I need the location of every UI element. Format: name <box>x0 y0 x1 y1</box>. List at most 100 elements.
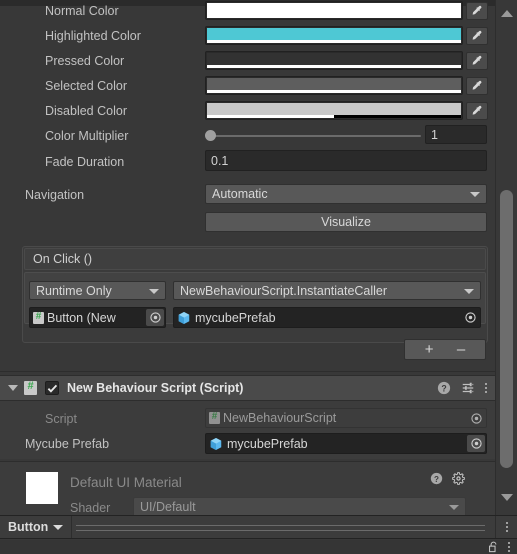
status-bar <box>0 540 517 554</box>
object-picker-button[interactable] <box>467 435 485 452</box>
visualize-button-label: Visualize <box>321 215 371 229</box>
target-select-icon <box>149 312 161 323</box>
svg-text:?: ? <box>441 384 446 394</box>
check-icon <box>47 384 57 393</box>
chevron-down-icon <box>470 192 480 197</box>
help-icon[interactable]: ? <box>430 472 443 485</box>
scroll-down-arrow-icon[interactable] <box>500 494 513 501</box>
inspector-scrollbar[interactable] <box>495 0 517 515</box>
shader-value: UI/Default <box>140 500 196 514</box>
label-color-multiplier: Color Multiplier <box>45 129 129 143</box>
color-field-pressed[interactable] <box>205 51 463 70</box>
color-field-highlighted[interactable] <box>205 26 463 45</box>
on-click-function-value: NewBehaviourScript.InstantiateCaller <box>180 283 388 298</box>
component-header-new-behaviour-script[interactable]: New Behaviour Script (Script) ? <box>0 375 495 401</box>
mycube-prefab-object-field[interactable]: mycubePrefab <box>205 433 487 454</box>
script-icon <box>33 310 44 324</box>
eyedropper-button-normal[interactable] <box>466 2 488 20</box>
script-icon <box>24 379 37 395</box>
breadcrumb-label: Button <box>8 520 49 534</box>
object-picker-button[interactable] <box>467 410 485 426</box>
unity-inspector-window: Normal Color Highlighted Color Pressed C… <box>0 0 517 554</box>
kebab-menu-icon <box>505 522 508 532</box>
object-picker-button[interactable] <box>146 309 164 326</box>
kebab-menu-icon[interactable] <box>508 542 510 552</box>
object-picker-button[interactable] <box>461 309 479 326</box>
on-click-header-label: On Click () <box>33 252 93 266</box>
eyedropper-icon <box>472 30 481 40</box>
label-mycube-prefab-field: Mycube Prefab <box>25 437 110 451</box>
on-click-add-button[interactable]: + <box>425 341 434 358</box>
script-object-value: NewBehaviourScript <box>223 411 337 425</box>
breadcrumb-menu-button[interactable] <box>495 516 517 538</box>
eyedropper-button-disabled[interactable] <box>466 102 488 120</box>
color-multiplier-slider-handle[interactable] <box>205 130 216 141</box>
preset-icon[interactable] <box>461 381 475 395</box>
color-multiplier-value-input[interactable]: 1 <box>425 125 487 144</box>
foldout-open-icon[interactable] <box>8 385 18 391</box>
scrollbar-thumb[interactable] <box>500 190 513 468</box>
component-header-icons: ? <box>437 381 487 395</box>
visualize-button[interactable]: Visualize <box>205 212 487 232</box>
chevron-down-icon <box>449 505 459 510</box>
on-click-target-object-value: Button (New <box>47 310 116 325</box>
target-select-icon <box>470 412 482 424</box>
component-title: New Behaviour Script (Script) <box>67 381 244 395</box>
script-icon <box>209 410 220 424</box>
label-fade-duration: Fade Duration <box>45 155 125 169</box>
alpha-bar-pressed <box>207 65 461 68</box>
on-click-function-dropdown[interactable]: NewBehaviourScript.InstantiateCaller <box>173 281 481 300</box>
on-click-argument-object-field[interactable]: mycubePrefab <box>173 307 481 328</box>
material-title: Default UI Material <box>70 474 182 490</box>
prefab-cube-icon <box>210 437 222 450</box>
breadcrumb-button[interactable]: Button <box>0 516 71 538</box>
color-multiplier-slider-track[interactable] <box>207 135 421 137</box>
component-enabled-checkbox[interactable] <box>45 381 59 395</box>
label-pressed-color: Pressed Color <box>45 54 125 68</box>
gear-icon[interactable] <box>452 472 465 485</box>
on-click-argument-object-value: mycubePrefab <box>195 310 276 325</box>
color-multiplier-value: 1 <box>431 127 438 142</box>
scroll-up-arrow-icon[interactable] <box>500 10 513 17</box>
inspector-scroll-area: Normal Color Highlighted Color Pressed C… <box>0 0 495 515</box>
eyedropper-button-pressed[interactable] <box>466 52 488 70</box>
label-shader: Shader <box>70 501 111 515</box>
label-normal-color: Normal Color <box>45 4 119 18</box>
help-icon[interactable]: ? <box>437 381 451 395</box>
breadcrumb-filler <box>72 516 495 538</box>
kebab-menu-icon[interactable] <box>485 383 487 393</box>
mycube-prefab-value: mycubePrefab <box>227 436 308 451</box>
color-field-selected[interactable] <box>205 76 463 95</box>
navigation-dropdown[interactable]: Automatic <box>205 184 487 204</box>
target-select-icon <box>464 312 476 323</box>
on-click-header[interactable]: On Click () <box>24 248 486 270</box>
on-click-target-object-field[interactable]: Button (New <box>29 307 166 328</box>
eyedropper-button-selected[interactable] <box>466 77 488 95</box>
label-navigation: Navigation <box>25 188 85 202</box>
breadcrumb-bar: Button <box>0 515 517 539</box>
label-selected-color: Selected Color <box>45 79 127 93</box>
on-click-remove-button[interactable]: – <box>457 341 465 358</box>
on-click-add-remove-buttons: + – <box>404 339 486 360</box>
target-select-icon <box>470 438 482 449</box>
fade-duration-input[interactable]: 0.1 <box>205 150 487 171</box>
chevron-down-icon <box>53 524 64 530</box>
color-field-disabled[interactable] <box>205 101 463 120</box>
on-click-mode-dropdown[interactable]: Runtime Only <box>29 281 166 300</box>
alpha-bar-highlighted <box>207 40 461 43</box>
chevron-down-icon <box>149 288 159 294</box>
fade-duration-value: 0.1 <box>211 153 229 168</box>
chevron-down-icon <box>464 288 474 294</box>
eyedropper-button-highlighted[interactable] <box>466 27 488 45</box>
script-object-field[interactable]: NewBehaviourScript <box>205 408 487 428</box>
alpha-bar-normal <box>207 15 461 18</box>
material-header-icons: ? <box>430 472 465 485</box>
alpha-bar-disabled <box>207 115 461 118</box>
label-script-field: Script <box>45 412 77 426</box>
lock-open-icon[interactable] <box>488 541 499 553</box>
label-highlighted-color: Highlighted Color <box>45 29 141 43</box>
eyedropper-icon <box>472 80 481 90</box>
on-click-mode-value: Runtime Only <box>36 283 112 298</box>
color-field-normal[interactable] <box>205 1 463 20</box>
shader-dropdown[interactable]: UI/Default <box>133 497 466 515</box>
